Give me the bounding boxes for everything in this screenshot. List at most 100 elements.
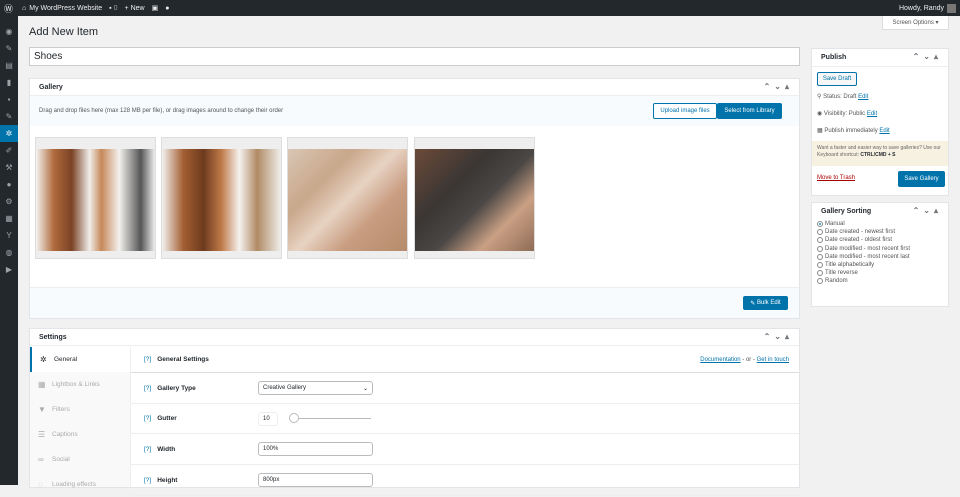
bulk-edit-label: Bulk Edit [757, 300, 781, 306]
tab-lightbox-links[interactable]: ▦ Lightbox & Links [30, 372, 130, 397]
visibility-line: ◉ Visibility: Public Edit [817, 110, 877, 117]
media-icon[interactable]: ▤ [0, 57, 18, 74]
status-line: ⚲ Status: Draft Edit [817, 93, 868, 100]
gutter-slider-handle[interactable] [289, 413, 299, 423]
comments-icon[interactable]: ▪ [0, 91, 18, 108]
tab-label: Social [52, 456, 70, 463]
avatar[interactable] [947, 3, 956, 13]
gutter-input[interactable]: 10 [258, 412, 278, 426]
help-icon[interactable]: [?] [144, 477, 151, 484]
sort-option-date-newest[interactable]: Date created - newest first [817, 228, 948, 236]
box-move-arrows-icon[interactable]: ⌃⌄▴ [764, 332, 793, 341]
settings-tabs: ✲ General ▦ Lightbox & Links ▼ Filters ☰ Cap… [30, 347, 131, 489]
publish-box: Publish ⌃⌄▴ Save Draft ⚲ Status: Draft Ed… [811, 48, 949, 196]
option-label: Date created - oldest first [825, 237, 893, 244]
gallery-type-label: Gallery Type [157, 384, 196, 392]
select-from-library-button[interactable]: Select from Library [717, 103, 782, 119]
sort-option-modified-last[interactable]: Date modified - most recent last [817, 253, 948, 261]
edit-publish-time-link[interactable]: Edit [879, 128, 889, 134]
posts-pin-icon[interactable]: ✎ [0, 40, 18, 57]
gallery-image-3[interactable] [287, 137, 408, 259]
screen-options-button[interactable]: Screen Options ▾ [882, 16, 949, 30]
gutter-slider[interactable] [290, 418, 371, 419]
tools-icon[interactable]: ⚙ [0, 193, 18, 210]
tab-captions[interactable]: ☰ Captions [30, 422, 130, 447]
status-dot-icon[interactable]: ● [165, 5, 169, 12]
site-name-link[interactable]: My WordPress Website [29, 5, 102, 12]
comments-count[interactable]: 0 [114, 5, 118, 12]
sorting-box-header[interactable]: Gallery Sorting ⌃⌄▴ [812, 203, 948, 220]
tab-label: Filters [52, 406, 70, 413]
yoast-icon[interactable]: ▣ [152, 4, 159, 12]
page-title: Add New Item [29, 26, 99, 38]
settings-box-header[interactable]: Settings ⌃⌄▴ [30, 329, 799, 346]
appearance-icon[interactable]: ✐ [0, 142, 18, 159]
gallery-image-1[interactable] [35, 137, 156, 259]
option-label: Title alphabetically [825, 262, 875, 269]
help-icon[interactable]: [?] [144, 385, 151, 392]
title-input[interactable]: Shoes [29, 47, 800, 66]
width-label: Width [157, 445, 176, 453]
gallery-box-title: Gallery [39, 83, 63, 91]
pin-icon[interactable]: ✎ [0, 108, 18, 125]
documentation-link[interactable]: Documentation [700, 357, 740, 363]
save-gallery-button[interactable]: Save Gallery [898, 171, 945, 187]
chevron-down-icon: ⌄ [362, 385, 368, 392]
gallery-image-4[interactable] [414, 137, 535, 259]
move-to-trash-link[interactable]: Move to Trash [817, 175, 855, 181]
settings-icon[interactable]: ▦ [0, 210, 18, 227]
sort-option-modified-first[interactable]: Date modified - most recent first [817, 245, 948, 253]
dashboard-icon[interactable]: ◉ [0, 23, 18, 40]
shortcut-text: CTRL/CMD + S [860, 152, 896, 158]
users-icon[interactable]: ● [0, 176, 18, 193]
play-icon[interactable]: ▶ [0, 261, 18, 278]
radio-icon [817, 229, 823, 236]
admin-sidebar: ◉ ✎ ▤ ▮ ▪ ✎ ✲ ✐ ⚒ ● ⚙ ▦ Y ◍ ▶ [0, 16, 18, 485]
bulk-edit-button[interactable]: ✎ Bulk Edit [743, 296, 788, 310]
sorting-options: Manual Date created - newest first Date … [812, 220, 948, 286]
section-title: General Settings [157, 356, 209, 363]
new-link[interactable]: New [131, 5, 145, 12]
gallery-type-select[interactable]: Creative Gallery ⌄ [258, 381, 373, 395]
edit-visibility-link[interactable]: Edit [867, 111, 877, 117]
gallery-image-2[interactable] [161, 137, 282, 259]
admin-bar: Ⓦ ⌂ My WordPress Website ▪ 0 + New ▣ ● H… [0, 0, 960, 16]
help-icon[interactable]: [?] [144, 446, 151, 453]
sort-option-manual[interactable]: Manual [817, 220, 948, 228]
pages-icon[interactable]: ▮ [0, 74, 18, 91]
wordpress-logo-icon[interactable]: Ⓦ [4, 2, 13, 15]
help-icon[interactable]: [?] [144, 415, 151, 422]
sort-option-random[interactable]: Random [817, 277, 948, 285]
box-move-arrows-icon[interactable]: ⌃⌄▴ [764, 82, 793, 91]
tab-social[interactable]: ∞ Social [30, 447, 130, 472]
gallery-box-header[interactable]: Gallery ⌃⌄▴ [30, 79, 799, 96]
width-input[interactable]: 100% [258, 442, 373, 456]
tab-label: Lightbox & Links [52, 381, 100, 388]
sort-option-date-oldest[interactable]: Date created - oldest first [817, 236, 948, 244]
tab-general[interactable]: ✲ General [30, 347, 130, 372]
gutter-label: Gutter [157, 415, 177, 422]
dropzone[interactable]: Drag and drop files here (max 128 MB per… [30, 96, 799, 126]
gutter-row: [?] Gutter 10 [131, 404, 799, 434]
sort-option-title-reverse[interactable]: Title reverse [817, 269, 948, 277]
publish-box-header[interactable]: Publish ⌃⌄▴ [812, 49, 948, 67]
edit-status-link[interactable]: Edit [858, 94, 868, 100]
yoast-icon[interactable]: Y [0, 227, 18, 244]
gallery-type-row: [?] Gallery Type Creative Gallery ⌄ [131, 373, 799, 404]
help-icon[interactable]: [?] [144, 356, 151, 363]
box-move-arrows-icon[interactable]: ⌃⌄▴ [913, 52, 942, 61]
save-draft-button[interactable]: Save Draft [817, 72, 857, 86]
gallery-gear-icon[interactable]: ✲ [0, 125, 18, 142]
comments-icon[interactable]: ▪ [109, 5, 111, 12]
box-move-arrows-icon[interactable]: ⌃⌄▴ [913, 206, 942, 215]
plugins-icon[interactable]: ⚒ [0, 159, 18, 176]
get-in-touch-link[interactable]: Get in touch [757, 357, 789, 363]
sort-option-title-alpha[interactable]: Title alphabetically [817, 261, 948, 269]
plugin-circle-icon[interactable]: ◍ [0, 244, 18, 261]
settings-box: Settings ⌃⌄▴ ✲ General ▦ Lightbox & Links ▼… [29, 328, 800, 496]
howdy-user[interactable]: Howdy, Randy [899, 5, 944, 12]
option-label: Random [825, 278, 848, 285]
tab-filters[interactable]: ▼ Filters [30, 397, 130, 422]
upload-image-files-button[interactable]: Upload image files [653, 103, 717, 119]
lightbox-icon: ▦ [38, 380, 46, 389]
